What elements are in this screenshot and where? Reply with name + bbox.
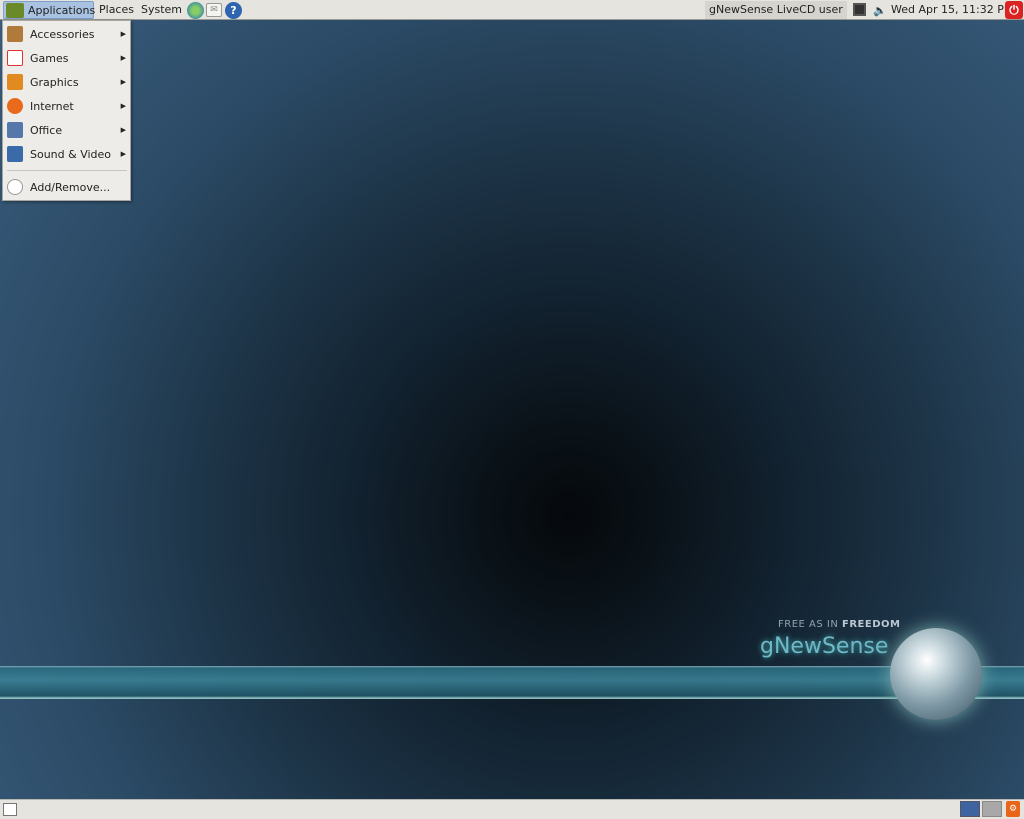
games-icon bbox=[7, 50, 23, 66]
add-remove-icon bbox=[7, 179, 23, 195]
tagline-bold: FREEDOM bbox=[842, 619, 901, 630]
email-icon[interactable]: ✉ bbox=[206, 3, 222, 17]
graphics-icon bbox=[7, 74, 23, 90]
gnewsense-logo: gNewSense bbox=[760, 634, 889, 659]
menu-item-games[interactable]: Games ▶ bbox=[4, 47, 130, 69]
network-icon[interactable] bbox=[853, 3, 866, 16]
menu-item-add-remove[interactable]: Add/Remove... bbox=[4, 176, 130, 198]
submenu-arrow-icon: ▶ bbox=[120, 150, 126, 158]
menu-item-label: Games bbox=[30, 51, 69, 65]
clock[interactable]: Wed Apr 15, 11:32 PM bbox=[887, 1, 1017, 19]
menu-item-label: Internet bbox=[30, 99, 74, 113]
applications-menu[interactable]: Applications bbox=[3, 1, 96, 19]
menu-item-label: Sound & Video bbox=[30, 147, 112, 161]
volume-icon[interactable]: 🔈 bbox=[873, 2, 887, 18]
submenu-arrow-icon: ▶ bbox=[120, 102, 126, 110]
internet-icon bbox=[7, 98, 23, 114]
places-menu[interactable]: Places bbox=[95, 1, 138, 19]
top-panel: Applications Places System ✉ ? gNewSense… bbox=[0, 0, 1024, 20]
accessories-icon bbox=[7, 26, 23, 42]
submenu-arrow-icon: ▶ bbox=[120, 30, 126, 38]
workspace-1[interactable] bbox=[960, 801, 980, 817]
help-icon[interactable]: ? bbox=[225, 2, 242, 19]
sound-video-icon bbox=[7, 146, 23, 162]
submenu-arrow-icon: ▶ bbox=[120, 78, 126, 86]
menu-item-accessories[interactable]: Accessories ▶ bbox=[4, 23, 130, 45]
gnewsense-orb bbox=[890, 628, 982, 720]
web-browser-icon[interactable] bbox=[187, 2, 204, 19]
menu-item-label: Accessories bbox=[30, 27, 95, 41]
menu-separator bbox=[7, 170, 127, 171]
office-icon bbox=[7, 122, 23, 138]
applications-dropdown: Accessories ▶ Games ▶ Graphics ▶ Internet ▶ … bbox=[2, 20, 131, 201]
gnewsense-foot-icon bbox=[6, 3, 24, 18]
menu-item-label: Graphics bbox=[30, 75, 79, 89]
submenu-arrow-icon: ▶ bbox=[120, 54, 126, 62]
wallpaper-tagline: FREE AS IN FREEDOM bbox=[778, 619, 900, 630]
applications-label: Applications bbox=[28, 4, 96, 17]
menu-item-office[interactable]: Office ▶ bbox=[4, 119, 130, 141]
tagline-text: FREE AS IN bbox=[778, 619, 842, 630]
wallpaper-band bbox=[0, 666, 1024, 699]
desktop: FREE AS IN FREEDOM gNewSense bbox=[0, 0, 1024, 819]
menu-item-sound-video[interactable]: Sound & Video ▶ bbox=[4, 143, 130, 165]
menu-item-label: Office bbox=[30, 123, 63, 137]
menu-item-label: Add/Remove... bbox=[30, 180, 111, 194]
bottom-panel bbox=[0, 799, 1024, 819]
show-desktop-icon[interactable] bbox=[3, 803, 17, 816]
workspace-2[interactable] bbox=[982, 801, 1002, 817]
user-switcher[interactable]: gNewSense LiveCD user bbox=[705, 1, 847, 19]
menu-item-internet[interactable]: Internet ▶ bbox=[4, 95, 130, 117]
system-menu[interactable]: System bbox=[137, 1, 186, 19]
shutdown-icon[interactable]: ⏻ bbox=[1005, 1, 1023, 19]
menu-item-graphics[interactable]: Graphics ▶ bbox=[4, 71, 130, 93]
submenu-arrow-icon: ▶ bbox=[120, 126, 126, 134]
trash-icon[interactable]: ⚙ bbox=[1006, 801, 1020, 817]
